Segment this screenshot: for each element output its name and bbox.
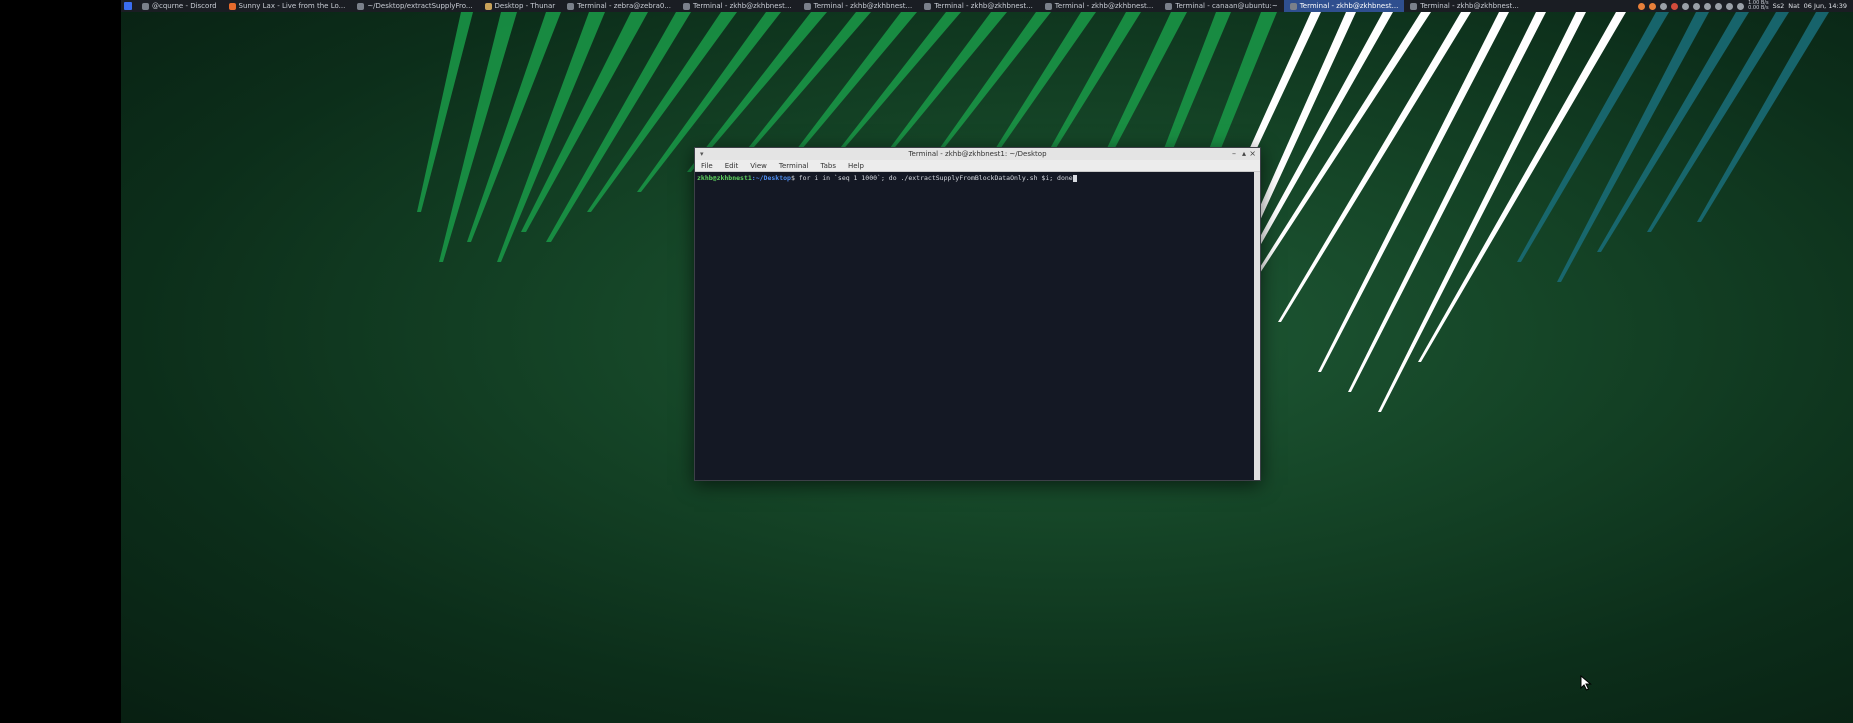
maximize-icon[interactable]: ▴ [1242, 149, 1246, 158]
menu-edit[interactable]: Edit [725, 162, 739, 170]
task-terminal[interactable]: Terminal - zkhb@zkhbnest... [1039, 0, 1160, 12]
prompt-path: :~/Desktop [751, 174, 791, 182]
ubuntu-icon[interactable] [1649, 2, 1657, 10]
terminal-icon [803, 2, 811, 10]
window-titlebar[interactable]: ▾ Terminal - zkhb@zkhbnest1: ~/Desktop –… [695, 148, 1260, 160]
keyboard-layout[interactable]: Nat [1788, 2, 1799, 10]
language-indicator[interactable]: Ss2 [1773, 2, 1785, 10]
terminal-menubar: File Edit View Terminal Tabs Help [695, 160, 1260, 172]
power-icon[interactable] [1726, 2, 1734, 10]
close-icon[interactable]: × [1249, 149, 1256, 158]
menu-terminal[interactable]: Terminal [779, 162, 809, 170]
task-discord[interactable]: @cqurne - Discord [136, 0, 223, 12]
network-icon[interactable] [1682, 2, 1690, 10]
task-terminal[interactable]: Terminal - canaan@ubuntu:~ [1159, 0, 1283, 12]
firefox-icon [228, 2, 236, 10]
terminal-icon [924, 2, 932, 10]
mouse-pointer-icon [1580, 675, 1592, 691]
app-menu-button[interactable] [124, 2, 132, 10]
terminal-icon [567, 2, 575, 10]
prompt-user: zkhb@zkhbnest1 [697, 174, 752, 182]
menu-help[interactable]: Help [848, 162, 864, 170]
task-terminal[interactable]: Terminal - zkhb@zkhbnest... [1404, 0, 1525, 12]
menu-tabs[interactable]: Tabs [821, 162, 837, 170]
terminal-icon [1044, 2, 1052, 10]
network-speed: 1.00 B/s 0.00 B/s [1748, 0, 1769, 11]
menu-view[interactable]: View [750, 162, 767, 170]
update-icon[interactable] [1638, 2, 1646, 10]
task-browser[interactable]: Sunny Lax - Live from the Lo... [223, 0, 352, 12]
bluetooth-icon[interactable] [1704, 2, 1712, 10]
terminal-icon [1289, 2, 1297, 10]
wifi-icon[interactable] [1693, 2, 1701, 10]
terminal-icon [683, 2, 691, 10]
command-text: for i in `seq 1 1000`; do ./extractSuppl… [794, 174, 1073, 182]
clock[interactable]: 06 Jun, 14:39 [1804, 2, 1847, 10]
menu-file[interactable]: File [701, 162, 713, 170]
task-terminal[interactable]: Terminal - zkhb@zkhbnest... [918, 0, 1039, 12]
task-terminal[interactable]: Terminal - zkhb@zkhbnest... [798, 0, 919, 12]
system-tray: 1.00 B/s 0.00 B/s Ss2 Nat 06 Jun, 14:39 [1638, 1, 1853, 11]
window-menu-icon[interactable]: ▾ [700, 150, 704, 158]
text-cursor [1072, 174, 1077, 182]
task-terminal[interactable]: Terminal - zebra@zebra0... [561, 0, 677, 12]
minimize-icon[interactable]: – [1232, 149, 1236, 158]
top-panel: @cqurne - Discord Sunny Lax - Live from … [121, 0, 1853, 12]
screen-record-icon[interactable] [1671, 2, 1679, 10]
window-title: Terminal - zkhb@zkhbnest1: ~/Desktop [908, 150, 1047, 158]
task-terminal-active[interactable]: Terminal - zkhb@zkhbnest... [1283, 0, 1405, 12]
terminal-icon [1410, 2, 1418, 10]
terminal-window[interactable]: ▾ Terminal - zkhb@zkhbnest1: ~/Desktop –… [694, 147, 1261, 481]
terminal-icon [1165, 2, 1173, 10]
screen-left-border [0, 0, 121, 723]
discord-tray-icon[interactable] [1660, 2, 1668, 10]
notification-bell-icon[interactable] [1715, 2, 1723, 10]
task-editor[interactable]: ~/Desktop/extractSupplyFro... [351, 0, 478, 12]
folder-icon [484, 2, 492, 10]
terminal-scrollbar[interactable] [1254, 172, 1260, 480]
discord-icon [142, 2, 149, 10]
volume-icon[interactable] [1737, 2, 1745, 10]
terminal-output[interactable]: zkhb@zkhbnest1:~/Desktop$ for i in `seq … [695, 172, 1254, 480]
task-terminal[interactable]: Terminal - zkhb@zkhbnest... [677, 0, 798, 12]
task-file-manager[interactable]: Desktop - Thunar [479, 0, 562, 12]
text-editor-icon [357, 2, 365, 10]
